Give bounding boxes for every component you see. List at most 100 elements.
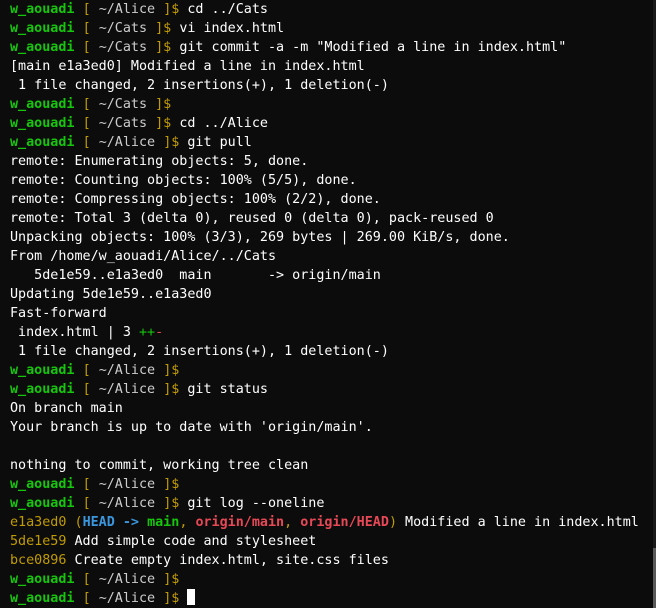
prompt-user: w_aouadi [10,477,75,492]
prompt-line: w_aouadi [ ~/Alice ]$ git log --oneline [10,494,656,513]
prompt-close-bracket: ]$ [163,572,180,587]
prompt-user: w_aouadi [10,363,75,378]
prompt-directory: ~/Cats [98,116,148,131]
head-arrow: -> [114,515,148,530]
local-branch-ref: main [147,515,180,530]
remote-main-ref: origin/main [195,515,285,530]
output-text: 1 file changed, 2 insertions(+), 1 delet… [10,344,389,359]
output-text: Fast-forward [10,306,107,321]
output-line: From /home/w_aouadi/Alice/../Cats [10,247,656,266]
head-ref: HEAD [82,515,115,530]
prompt-line: w_aouadi [ ~/Cats ]$ [10,95,656,114]
output-line: 1 file changed, 2 insertions(+), 1 delet… [10,342,656,361]
prompt-open-bracket: [ [82,591,91,606]
output-line: remote: Total 3 (delta 0), reused 0 (del… [10,209,656,228]
prompt-user: w_aouadi [10,382,75,397]
output-line: On branch main [10,399,656,418]
commit-message: Create empty index.html, site.css files [66,553,389,568]
command-text: cd ../Alice [179,116,268,131]
prompt-user: w_aouadi [10,572,75,587]
commit-message: Add simple code and stylesheet [66,534,317,549]
prompt-user: w_aouadi [10,496,75,511]
prompt-open-bracket: [ [82,477,91,492]
command-text: git status [187,382,268,397]
prompt-open-bracket: [ [82,116,91,131]
output-text: 1 file changed, 2 insertions(+), 1 delet… [10,78,389,93]
prompt-directory: ~/Alice [98,2,156,17]
prompt-line: w_aouadi [ ~/Cats ]$ cd ../Alice [10,114,656,133]
prompt-line: w_aouadi [ ~/Alice ]$ cd ../Cats [10,0,656,19]
prompt-close-bracket: ]$ [163,2,180,17]
prompt-open-bracket: [ [82,97,91,112]
prompt-line: w_aouadi [ ~/Alice ]$ [10,589,656,608]
prompt-line: w_aouadi [ ~/Alice ]$ [10,361,656,380]
prompt-directory: ~/Alice [98,363,156,378]
prompt-open-bracket: [ [82,382,91,397]
output-line: nothing to commit, working tree clean [10,456,656,475]
prompt-directory: ~/Cats [98,40,148,55]
output-line: remote: Counting objects: 100% (5/5), do… [10,171,656,190]
diffstat-file: index.html | 3 [10,325,139,340]
prompt-close-bracket: ]$ [163,363,180,378]
output-text: remote: Total 3 (delta 0), reused 0 (del… [10,211,494,226]
terminal-window[interactable]: w_aouadi [ ~/Alice ]$ cd ../Cats w_aouadi… [0,0,656,608]
prompt-line: w_aouadi [ ~/Alice ]$ git status [10,380,656,399]
prompt-open-bracket: [ [82,572,91,587]
prompt-open-bracket: [ [82,135,91,150]
output-line: [main e1a3ed0] Modified a line in index.… [10,57,656,76]
prompt-open-bracket: [ [82,2,91,17]
diffstat-insertions: ++ [139,325,156,340]
log-entry: e1a3ed0 (HEAD -> main, origin/main, orig… [10,513,656,532]
output-line: remote: Enumerating objects: 5, done. [10,152,656,171]
prompt-line: w_aouadi [ ~/Cats ]$ git commit -a -m "M… [10,38,656,57]
prompt-close-bracket: ]$ [155,97,172,112]
output-text: nothing to commit, working tree clean [10,458,309,473]
decoration-separator: , [284,515,301,530]
text-cursor[interactable] [187,589,196,605]
output-text: Unpacking objects: 100% (3/3), 269 bytes… [10,230,510,245]
diffstat-deletions: - [155,325,164,340]
output-line: Updating 5de1e59..e1a3ed0 [10,285,656,304]
output-text: remote: Enumerating objects: 5, done. [10,154,309,169]
output-text: remote: Counting objects: 100% (5/5), do… [10,173,357,188]
prompt-directory: ~/Alice [98,591,156,606]
decoration-separator: , [179,515,196,530]
commit-hash: e1a3ed0 [10,515,67,530]
prompt-close-bracket: ]$ [155,21,172,36]
prompt-close-bracket: ]$ [163,496,180,511]
diffstat-line: index.html | 3 ++- [10,323,656,342]
prompt-directory: ~/Cats [98,97,148,112]
prompt-user: w_aouadi [10,591,75,606]
prompt-directory: ~/Alice [98,496,156,511]
output-text: remote: Compressing objects: 100% (2/2),… [10,192,381,207]
prompt-user: w_aouadi [10,97,75,112]
prompt-user: w_aouadi [10,40,75,55]
remote-head-ref: origin/HEAD [300,515,389,530]
prompt-directory: ~/Alice [98,382,156,397]
prompt-close-bracket: ]$ [163,382,180,397]
prompt-open-bracket: [ [82,40,91,55]
prompt-directory: ~/Alice [98,477,156,492]
prompt-user: w_aouadi [10,135,75,150]
prompt-directory: ~/Alice [98,572,156,587]
output-text: Your branch is up to date with 'origin/m… [10,420,373,435]
prompt-close-bracket: ]$ [163,591,180,606]
prompt-close-bracket: ]$ [163,477,180,492]
output-line: 5de1e59..e1a3ed0 main -> origin/main [10,266,656,285]
prompt-line: w_aouadi [ ~/Alice ]$ git pull [10,133,656,152]
output-line: remote: Compressing objects: 100% (2/2),… [10,190,656,209]
output-text: Updating 5de1e59..e1a3ed0 [10,287,212,302]
output-line: Your branch is up to date with 'origin/m… [10,418,656,437]
commit-hash: bce0896 [10,553,67,568]
output-text: On branch main [10,401,123,416]
output-line: Fast-forward [10,304,656,323]
output-text: From /home/w_aouadi/Alice/../Cats [10,249,277,264]
prompt-close-bracket: ]$ [155,116,172,131]
command-text: cd ../Cats [187,2,268,17]
output-text: 5de1e59..e1a3ed0 main -> origin/main [10,268,381,283]
prompt-close-bracket: ]$ [155,40,172,55]
commit-hash: 5de1e59 [10,534,67,549]
prompt-user: w_aouadi [10,2,75,17]
decoration-open: ( [74,515,83,530]
prompt-open-bracket: [ [82,496,91,511]
